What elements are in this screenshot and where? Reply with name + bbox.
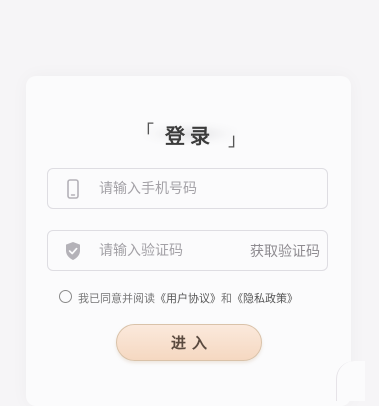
card-corner-decoration <box>336 361 365 401</box>
agreement-and: 和 <box>221 292 232 305</box>
login-header: 「 登录 」 <box>0 116 379 152</box>
agreement-prefix: 我已同意并阅读 <box>78 292 155 305</box>
verification-code-field[interactable]: 获取验证码 <box>47 230 328 271</box>
title-bracket-left: 「 <box>136 122 154 143</box>
phone-input[interactable] <box>99 177 279 201</box>
title-bracket-right: 」 <box>228 130 246 151</box>
enter-button[interactable]: 进入 <box>116 324 262 361</box>
phone-icon <box>64 179 82 199</box>
agreement-radio[interactable] <box>59 290 72 303</box>
privacy-policy-link[interactable]: 《隐私政策》 <box>232 292 298 305</box>
shield-check-icon <box>64 241 82 261</box>
get-code-button[interactable]: 获取验证码 <box>250 241 320 261</box>
page-title: 登录 <box>165 124 215 148</box>
user-agreement-link[interactable]: 《用户协议》 <box>155 292 221 305</box>
agreement-text: 我已同意并阅读《用户协议》和《隐私政策》 <box>78 290 298 306</box>
phone-field[interactable] <box>47 168 328 209</box>
